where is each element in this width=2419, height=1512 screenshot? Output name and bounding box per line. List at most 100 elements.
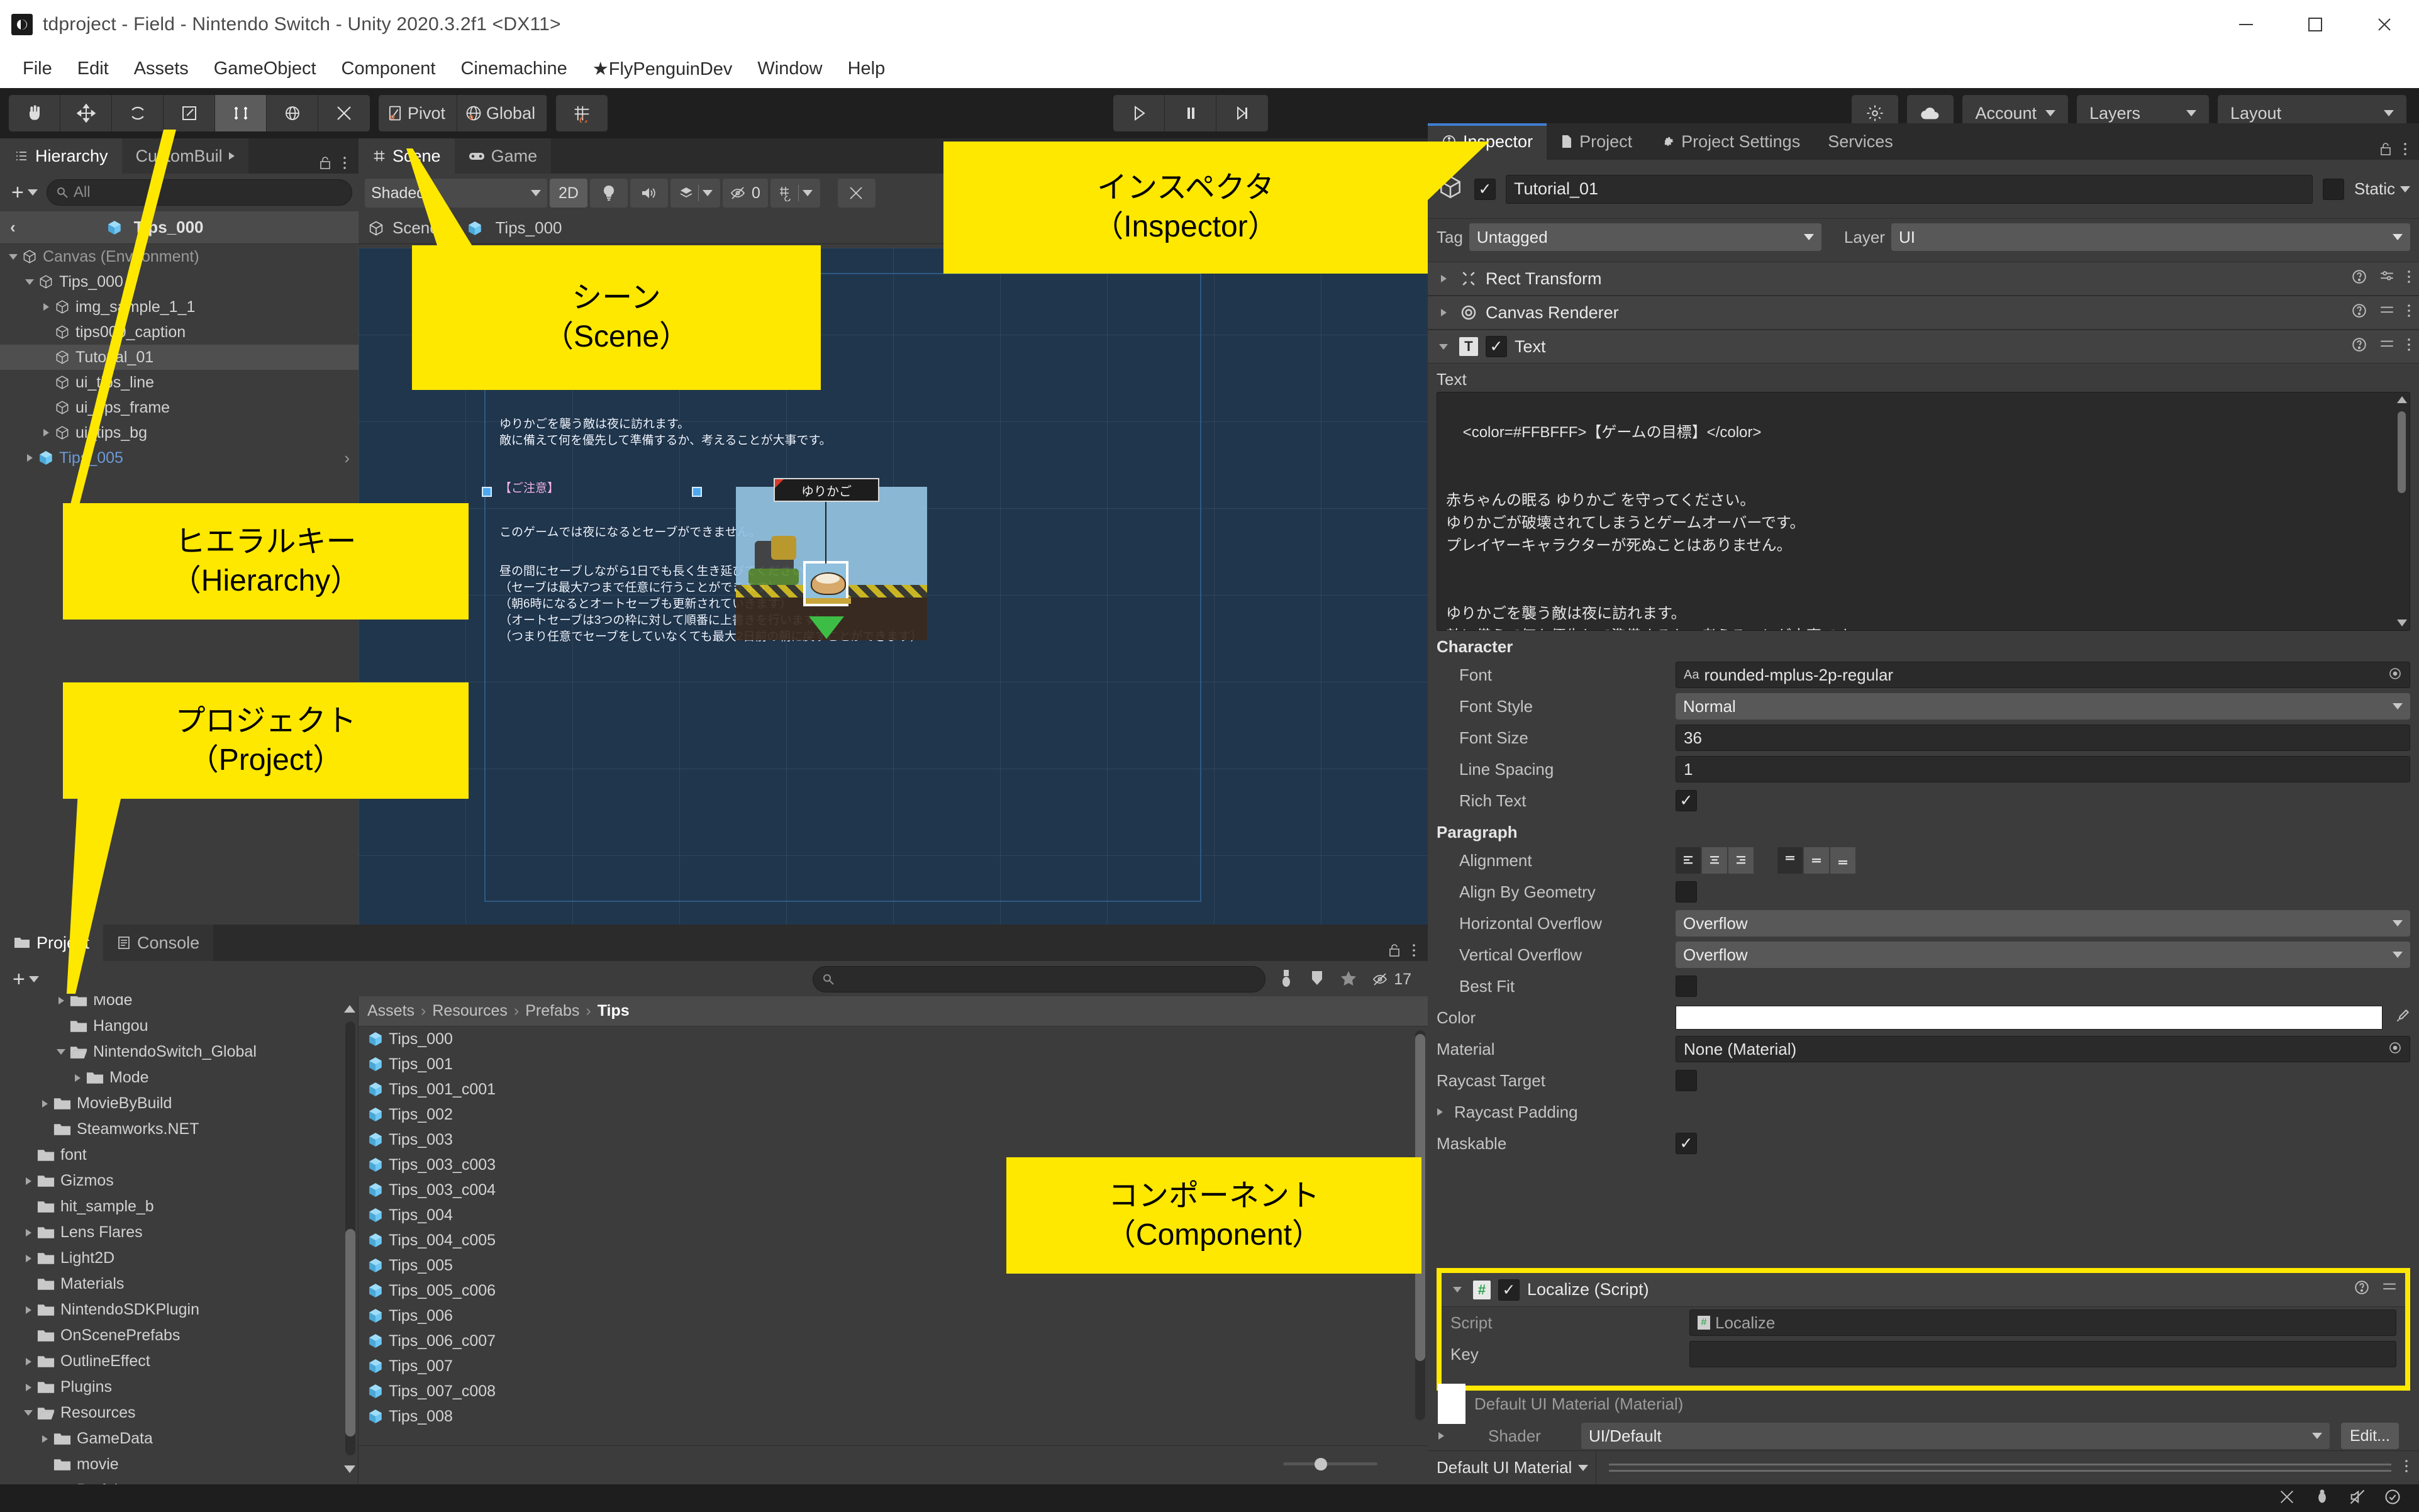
custom-tool-icon[interactable] [318, 95, 370, 131]
scene-audio-icon[interactable] [630, 179, 668, 208]
component-header-rect-transform[interactable]: Rect Transform [1428, 262, 2419, 296]
vertical-overflow-dropdown[interactable]: Overflow [1676, 942, 2410, 968]
project-breadcrumb-assets[interactable]: Assets [367, 1002, 414, 1020]
help-icon[interactable] [2351, 303, 2367, 323]
expand-arrow-icon[interactable] [21, 454, 38, 462]
project-tree-item-resources[interactable]: Resources [0, 1400, 358, 1426]
collapse-arrow-icon[interactable] [53, 1049, 69, 1055]
static-dropdown[interactable]: Static [2354, 179, 2410, 199]
tab-project-settings[interactable]: Project Settings [1646, 123, 1814, 160]
filter-by-label-icon[interactable] [1310, 969, 1325, 990]
tab-project-docked[interactable]: Project [1547, 123, 1646, 160]
toggle-2d-button[interactable]: 2D [550, 179, 587, 208]
shader-dropdown[interactable]: UI/Default [1581, 1423, 2330, 1449]
expand-arrow-icon[interactable] [69, 1074, 86, 1082]
project-folder-tree[interactable]: Mode Hangou NintendoSwitch_Global Mode Movie… [0, 996, 359, 1484]
lock-icon[interactable] [318, 155, 332, 174]
object-picker-icon[interactable] [2388, 665, 2402, 685]
project-tree-item-prefabs[interactable]: Prefabs [0, 1477, 358, 1484]
static-checkbox[interactable] [2322, 178, 2344, 200]
rect-handle-right[interactable] [692, 487, 702, 497]
expand-arrow-icon[interactable] [1433, 1432, 1449, 1440]
project-tree-item-font[interactable]: font [0, 1142, 358, 1168]
mute-audio-icon[interactable] [2349, 1488, 2366, 1509]
project-file-item[interactable]: Tips_005_c006 [359, 1278, 1428, 1303]
kebab-menu-icon[interactable] [342, 155, 347, 174]
expand-arrow-icon[interactable] [36, 1099, 53, 1108]
expand-arrow-icon[interactable] [20, 1383, 36, 1391]
kebab-menu-icon[interactable] [2403, 142, 2408, 160]
component-header-localize[interactable]: # ✓ Localize (Script) [1442, 1273, 2405, 1307]
expand-arrow-icon[interactable] [20, 1177, 36, 1185]
project-search-input[interactable] [813, 966, 1266, 992]
align-middle-button[interactable] [1804, 847, 1829, 874]
project-tree-scrollbar-thumb[interactable] [345, 1229, 355, 1437]
expand-arrow-icon[interactable] [20, 1254, 36, 1262]
text-enabled-checkbox[interactable]: ✓ [1486, 336, 1507, 357]
project-tree-item-moviebybuild[interactable]: MovieByBuild [0, 1091, 358, 1116]
scroll-down-arrow-icon[interactable] [2397, 620, 2407, 626]
project-tree-item-outlineeffect[interactable]: OutlineEffect [0, 1348, 358, 1374]
play-button[interactable] [1113, 95, 1165, 131]
hand-tool-icon[interactable] [9, 95, 60, 131]
global-button[interactable]: Global [457, 95, 548, 131]
expand-arrow-icon[interactable] [1435, 275, 1452, 282]
transform-tool-icon[interactable] [267, 95, 318, 131]
create-asset-button[interactable]: + [8, 967, 44, 992]
menu-item-file[interactable]: File [10, 49, 65, 88]
maskable-checkbox[interactable]: ✓ [1676, 1133, 1697, 1154]
expand-arrow-icon[interactable] [53, 996, 69, 1004]
project-tree-item-hangou[interactable]: Hangou [0, 1013, 358, 1039]
eyedropper-icon[interactable] [2394, 1008, 2410, 1028]
project-tree-item-plugins[interactable]: Plugins [0, 1374, 358, 1400]
project-file-item[interactable]: Tips_003 [359, 1127, 1428, 1152]
help-icon[interactable] [2351, 336, 2367, 357]
help-icon[interactable] [2351, 269, 2367, 289]
scene-tools-icon[interactable] [837, 179, 876, 208]
font-object-field[interactable]: Aa rounded-mplus-2p-regular [1676, 662, 2410, 688]
kebab-menu-icon[interactable] [1411, 943, 1416, 961]
footer-material-dropdown[interactable]: Default UI Material [1428, 1450, 1597, 1485]
filter-by-type-icon[interactable] [1278, 969, 1294, 991]
zoom-slider-handle[interactable] [1315, 1458, 1327, 1470]
project-breadcrumb-prefabs[interactable]: Prefabs [525, 1002, 579, 1020]
collapse-arrow-icon[interactable] [20, 1410, 36, 1416]
align-right-button[interactable] [1728, 847, 1754, 874]
rotate-tool-icon[interactable] [112, 95, 164, 131]
tag-dropdown[interactable]: Untagged [1469, 223, 1821, 251]
text-value-textarea[interactable]: <color=#FFBFFF>【ゲームの目標】</color> 赤ちゃんの眠る … [1437, 392, 2410, 631]
collapse-arrow-icon[interactable] [5, 253, 21, 260]
project-tree-item-nintendoswitch-global[interactable]: NintendoSwitch_Global [0, 1039, 358, 1065]
layer-dropdown[interactable]: UI [1891, 223, 2410, 251]
preset-icon[interactable] [2381, 1279, 2398, 1300]
project-file-item[interactable]: Tips_008 [359, 1404, 1428, 1429]
component-header-canvas-renderer[interactable]: Canvas Renderer [1428, 296, 2419, 330]
help-icon[interactable] [2354, 1279, 2370, 1300]
collapse-arrow-icon[interactable] [1449, 1287, 1465, 1292]
rich-text-checkbox[interactable]: ✓ [1676, 790, 1697, 811]
scene-effects-dropdown[interactable] [670, 179, 720, 208]
project-tree-item-nintendosdkplugin[interactable]: NintendoSDKPlugin [0, 1297, 358, 1323]
add-gameobject-button[interactable]: + [6, 181, 43, 205]
enter-prefab-icon[interactable]: › [344, 448, 359, 468]
project-tree-item-gizmos[interactable]: Gizmos [0, 1168, 358, 1194]
minimize-button[interactable] [2211, 0, 2281, 49]
align-top-button[interactable] [1777, 847, 1803, 874]
scene-gizmos-dropdown[interactable] [770, 179, 820, 208]
project-file-item[interactable]: Tips_000 [359, 1026, 1428, 1052]
align-bottom-button[interactable] [1830, 847, 1855, 874]
bug-icon[interactable] [2313, 1488, 2331, 1509]
tab-services[interactable]: Services [1814, 123, 1907, 160]
collapse-arrow-icon[interactable] [1435, 343, 1452, 350]
menu-item-help[interactable]: Help [835, 49, 898, 88]
expand-arrow-icon[interactable] [1435, 309, 1452, 316]
project-file-item[interactable]: Tips_001 [359, 1052, 1428, 1077]
project-file-item[interactable]: Tips_002 [359, 1102, 1428, 1127]
rect-handle-left[interactable] [482, 487, 492, 497]
expand-arrow-icon[interactable] [1432, 1108, 1448, 1116]
step-button[interactable] [1216, 95, 1268, 131]
horizontal-overflow-dropdown[interactable]: Overflow [1676, 910, 2410, 937]
line-spacing-input[interactable]: 1 [1676, 756, 2410, 782]
material-object-field[interactable]: None (Material) [1676, 1036, 2410, 1062]
rect-tool-icon[interactable] [215, 95, 267, 131]
